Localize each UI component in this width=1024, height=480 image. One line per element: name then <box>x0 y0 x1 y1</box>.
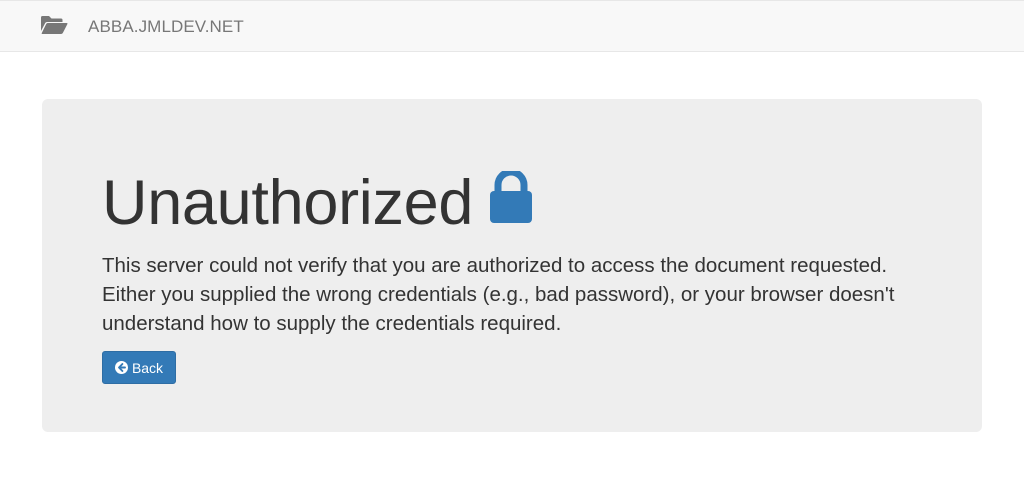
lock-icon <box>490 171 533 223</box>
arrow-left-icon <box>114 361 128 374</box>
back-button-label: Back <box>131 359 164 376</box>
folder-open-icon[interactable] <box>41 15 68 35</box>
error-panel: Unauthorized This server could not verif… <box>42 99 982 432</box>
error-title: Unauthorized <box>102 168 474 238</box>
back-button[interactable]: Back <box>102 351 176 384</box>
error-heading: Unauthorized <box>102 163 533 243</box>
top-navbar: ABBA.JMLDEV.NET <box>0 0 1024 52</box>
site-brand-link[interactable]: ABBA.JMLDEV.NET <box>88 17 244 37</box>
error-message: This server could not verify that you ar… <box>102 254 895 335</box>
